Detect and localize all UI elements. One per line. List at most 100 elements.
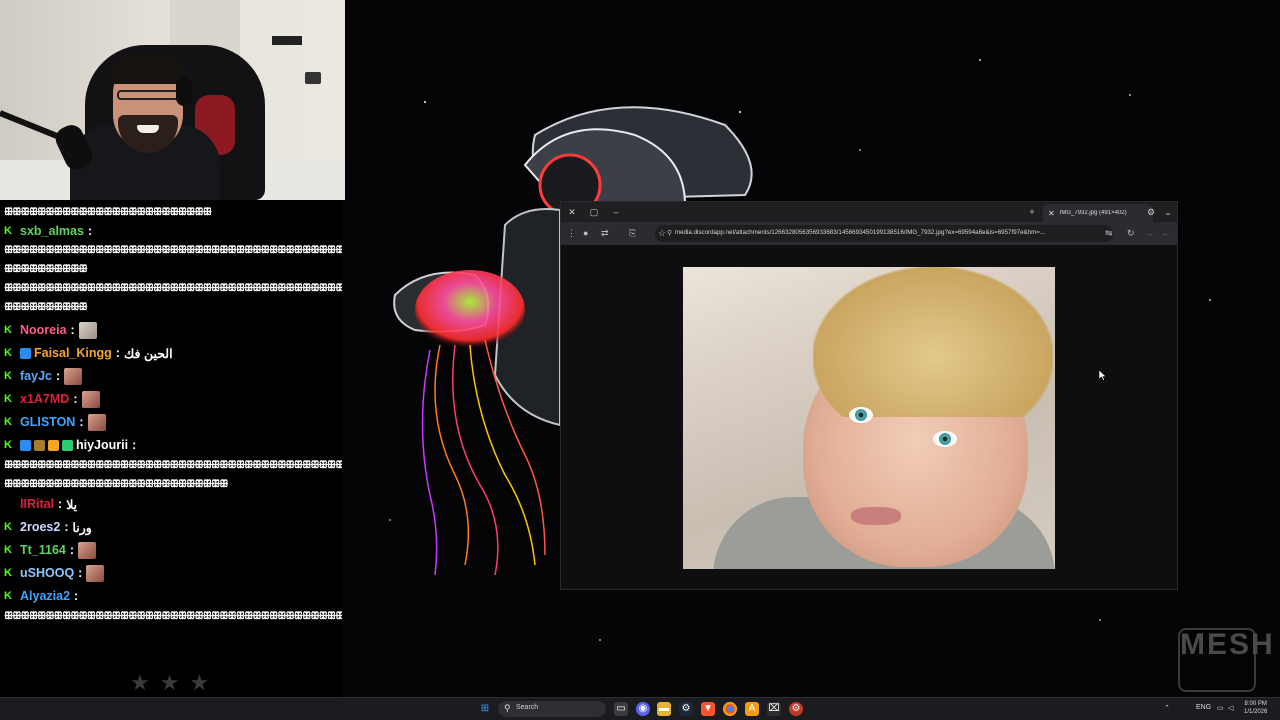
- reload-icon[interactable]: ↻: [1127, 228, 1135, 239]
- forward-icon[interactable]: →: [1145, 228, 1154, 239]
- chat-message-text: ꕥꕥꕥꕥꕥꕥꕥꕥꕥꕥ: [4, 263, 88, 275]
- chat-username[interactable]: x1A7MD: [20, 392, 69, 406]
- streamer-hair: [110, 52, 186, 84]
- new-tab-icon[interactable]: +: [1025, 205, 1039, 219]
- chat-message: ꕥꕥꕥꕥꕥꕥꕥꕥꕥꕥꕥꕥꕥꕥꕥꕥꕥꕥꕥꕥꕥꕥꕥꕥꕥꕥꕥ: [4, 475, 229, 493]
- emote-icon: [81, 390, 100, 408]
- chat-separator: :: [115, 346, 120, 360]
- chat-message: KuSHOOQ:: [4, 564, 105, 582]
- chat-username[interactable]: lIRital: [20, 497, 54, 511]
- extensions-icon[interactable]: ⇄: [601, 228, 609, 239]
- start-windows-icon[interactable]: ⊞: [478, 702, 492, 716]
- chat-message-text: ꕥꕥꕥꕥꕥꕥꕥꕥꕥꕥ: [4, 301, 88, 313]
- rating-stars-icon: ★★★: [130, 670, 220, 695]
- chat-message: K 2roes2: ورنا: [4, 518, 92, 536]
- display-icon[interactable]: ▭: [1217, 704, 1224, 712]
- browser-window[interactable]: ✕ ▢ – + ✕ IMG_7932.jpg (491×402) ⚙ ⌄ ⋮ ●…: [560, 201, 1178, 590]
- chat-username[interactable]: hiyJourii: [76, 438, 128, 452]
- chat-username[interactable]: Alyazia2: [20, 589, 70, 603]
- chat-username[interactable]: 2roes2: [20, 520, 60, 534]
- chat-username[interactable]: Faisal_Kingg: [34, 346, 112, 360]
- search-placeholder: Search: [516, 704, 539, 711]
- chat-message: ꕥꕥꕥꕥꕥꕥꕥꕥꕥꕥ: [4, 298, 88, 316]
- chrome-icon[interactable]: [723, 702, 737, 716]
- chat-message: Ksxb_almas:: [4, 222, 96, 240]
- chat-separator: :: [73, 392, 78, 406]
- webcam-feed: [0, 0, 345, 200]
- chat-username[interactable]: Tt_1164: [20, 543, 66, 557]
- discord-icon[interactable]: ◉: [636, 702, 650, 716]
- menu-dots-icon[interactable]: ⋮: [567, 228, 576, 239]
- app-a-icon[interactable]: A: [745, 702, 759, 716]
- chat-message-text: الحين فك: [123, 346, 173, 361]
- tune-icon[interactable]: ⇋: [1105, 228, 1113, 239]
- kick-badge-icon: K: [4, 439, 12, 451]
- settings-app-icon[interactable]: ⚙: [789, 702, 803, 716]
- chat-username[interactable]: sxb_almas: [20, 224, 84, 238]
- emote-icon: [78, 321, 97, 339]
- chat-separator: :: [70, 323, 75, 337]
- chat-message-text: يلا: [66, 497, 78, 512]
- profile-icon[interactable]: ●: [583, 228, 588, 239]
- chat-separator: :: [79, 415, 84, 429]
- taskbar: ⊞ ⚲ Search ▭ ◉ ▬ ⚙ ▼ A ⌧ ⚙ ⌃ ENG ▭ ◁ 8:0…: [0, 697, 1280, 720]
- restore-window-icon[interactable]: ▢: [587, 205, 601, 219]
- kick-badge-icon: K: [4, 590, 12, 602]
- chat-message: K Nooreia:: [4, 321, 97, 339]
- tab-image[interactable]: ✕ IMG_7932.jpg (491×402): [1043, 204, 1153, 222]
- chat-message-text: ꕥꕥꕥꕥꕥꕥꕥꕥꕥꕥꕥꕥꕥꕥꕥꕥꕥꕥꕥꕥꕥꕥꕥꕥꕥꕥꕥꕥꕥꕥꕥꕥꕥꕥꕥꕥꕥꕥꕥꕥ…: [4, 244, 342, 256]
- chat-separator: :: [74, 589, 79, 603]
- kick-badge-icon: K: [4, 324, 12, 336]
- chat-message: ꕥꕥꕥꕥꕥꕥꕥꕥꕥꕥꕥꕥꕥꕥꕥꕥꕥꕥꕥꕥꕥꕥꕥꕥꕥ: [4, 203, 212, 221]
- tab-close-icon[interactable]: ✕: [1048, 209, 1055, 218]
- file-explorer-icon[interactable]: ▬: [657, 702, 671, 716]
- minimize-window-icon[interactable]: –: [609, 205, 623, 219]
- chat-username[interactable]: fayJc: [20, 369, 52, 383]
- chat-username[interactable]: GLISTON: [20, 415, 75, 429]
- system-clock[interactable]: 8:00 PM 1/1/2026: [1244, 700, 1267, 716]
- chat-message-text: ꕥꕥꕥꕥꕥꕥꕥꕥꕥꕥꕥꕥꕥꕥꕥꕥꕥꕥꕥꕥꕥꕥꕥꕥꕥꕥꕥ: [4, 478, 229, 490]
- url-text[interactable]: media.discordapp.net/attachments/1266328…: [675, 229, 1095, 236]
- subscriber-badge-icon: [20, 439, 31, 451]
- chat-separator: :: [69, 543, 75, 557]
- subscriber-badge-icon: [62, 439, 73, 451]
- taskbar-search[interactable]: ⚲ Search: [498, 701, 606, 717]
- terminal-icon[interactable]: ⌧: [767, 702, 781, 716]
- chat-message: KhiyJourii:: [4, 436, 140, 454]
- bookmark-star-icon[interactable]: ☆: [658, 228, 666, 239]
- share-icon[interactable]: ⎘: [629, 228, 636, 239]
- kick-badge-icon: K: [4, 347, 12, 359]
- chat-message-text: ꕥꕥꕥꕥꕥꕥꕥꕥꕥꕥꕥꕥꕥꕥꕥꕥꕥꕥꕥꕥꕥꕥꕥꕥꕥꕥꕥꕥꕥꕥꕥꕥꕥꕥꕥꕥꕥꕥꕥꕥ…: [4, 282, 342, 294]
- chat-message: K GLISTON:: [4, 413, 106, 431]
- chat-message-text: ورنا: [72, 520, 92, 535]
- kick-badge-icon: K: [4, 393, 12, 405]
- site-info-icon[interactable]: ⚲: [667, 228, 672, 239]
- brave-icon[interactable]: ▼: [701, 702, 715, 716]
- chat-separator: :: [132, 438, 137, 452]
- subscriber-badge-icon: [34, 439, 45, 451]
- chat-message: ꕥꕥꕥꕥꕥꕥꕥꕥꕥꕥ: [4, 260, 88, 278]
- streamer-glasses: [117, 90, 179, 100]
- address-bar[interactable]: ☆ ⚲ media.discordapp.net/attachments/126…: [655, 225, 1113, 242]
- streamer-mouth: [137, 125, 159, 133]
- search-icon: ⚲: [504, 703, 511, 713]
- tab-title: IMG_7932.jpg (491×402): [1059, 210, 1127, 216]
- chat-message-text: ꕥꕥꕥꕥꕥꕥꕥꕥꕥꕥꕥꕥꕥꕥꕥꕥꕥꕥꕥꕥꕥꕥꕥꕥꕥ: [4, 206, 212, 218]
- steam-icon[interactable]: ⚙: [679, 702, 693, 716]
- task-view-icon[interactable]: ▭: [614, 702, 628, 716]
- volume-icon[interactable]: ◁: [1228, 704, 1233, 712]
- chat-message: ꕥꕥꕥꕥꕥꕥꕥꕥꕥꕥꕥꕥꕥꕥꕥꕥꕥꕥꕥꕥꕥꕥꕥꕥꕥꕥꕥꕥꕥꕥꕥꕥꕥꕥꕥꕥꕥꕥꕥꕥ…: [4, 279, 342, 297]
- tray-chevron-icon[interactable]: ⌃: [1164, 704, 1170, 712]
- chat-username[interactable]: uSHOOQ: [20, 566, 74, 580]
- emote-icon: [87, 413, 106, 431]
- tab-search-icon[interactable]: ⚙: [1144, 205, 1158, 219]
- chat-username[interactable]: Nooreia: [20, 323, 67, 337]
- browser-titlebar: ✕ ▢ – + ✕ IMG_7932.jpg (491×402) ⚙ ⌄: [561, 202, 1177, 222]
- chevron-down-icon[interactable]: ⌄: [1161, 205, 1175, 219]
- chat-message: K Alyazia2:: [4, 587, 82, 605]
- kick-badge-icon: K: [4, 370, 12, 382]
- close-window-icon[interactable]: ✕: [565, 205, 579, 219]
- language-indicator[interactable]: ENG: [1196, 704, 1211, 711]
- back-icon[interactable]: ←: [1161, 228, 1170, 239]
- image-viewer-photo[interactable]: [683, 267, 1055, 569]
